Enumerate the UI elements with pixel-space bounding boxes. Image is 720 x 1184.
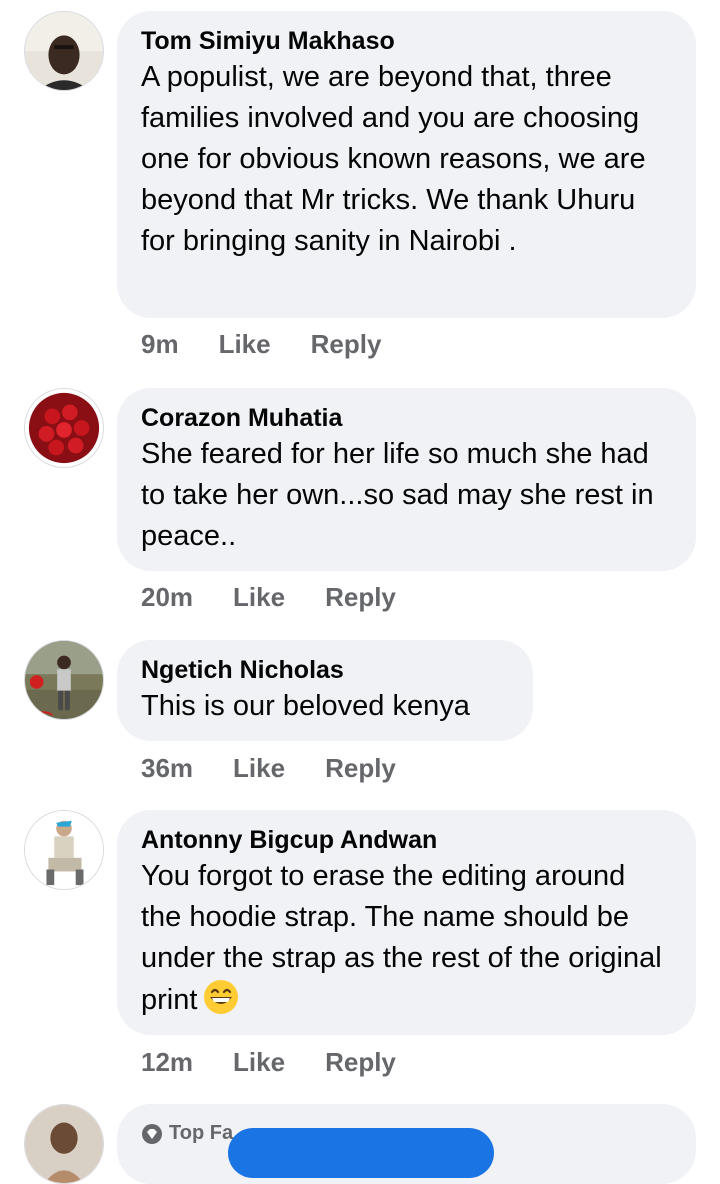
avatar-photo-icon bbox=[25, 811, 103, 889]
comment-text: A populist, we are beyond that, three fa… bbox=[141, 61, 646, 257]
comment-author[interactable]: Tom Simiyu Makhaso bbox=[141, 25, 672, 57]
like-button[interactable]: Like bbox=[233, 753, 285, 784]
reply-button[interactable]: Reply bbox=[325, 753, 396, 784]
top-fan-badge: Top Fa bbox=[141, 1122, 233, 1145]
comment-author[interactable]: Antonny Bigcup Andwan bbox=[141, 824, 672, 856]
comment-timestamp[interactable]: 12m bbox=[141, 1047, 193, 1078]
comment-actions: 20m Like Reply bbox=[141, 582, 396, 613]
avatar[interactable] bbox=[24, 640, 104, 720]
comment-bubble: Tom Simiyu Makhaso A populist, we are be… bbox=[117, 11, 696, 318]
comment-actions: 36m Like Reply bbox=[141, 753, 396, 784]
like-button[interactable]: Like bbox=[233, 1047, 285, 1078]
comment-author[interactable]: Ngetich Nicholas bbox=[141, 654, 509, 686]
comment-bubble: Corazon Muhatia She feared for her life … bbox=[117, 388, 696, 571]
comment-timestamp[interactable]: 20m bbox=[141, 582, 193, 613]
comment-bubble: Ngetich Nicholas This is our beloved ken… bbox=[117, 640, 533, 741]
grinning-face-icon bbox=[204, 980, 239, 1014]
avatar-photo-icon bbox=[25, 1105, 103, 1183]
comment-text: She feared for her life so much she had … bbox=[141, 438, 654, 552]
top-fan-diamond-icon bbox=[142, 1123, 162, 1144]
comment-actions: 12m Like Reply bbox=[141, 1047, 396, 1078]
like-button[interactable]: Like bbox=[233, 582, 285, 613]
avatar-photo-icon bbox=[25, 641, 103, 719]
reply-button[interactable]: Reply bbox=[325, 1047, 396, 1078]
like-button[interactable]: Like bbox=[219, 329, 271, 360]
top-fan-label: Top Fa bbox=[169, 1122, 234, 1144]
new-comments-button[interactable] bbox=[228, 1128, 494, 1178]
avatar-photo-icon bbox=[25, 12, 103, 90]
reply-button[interactable]: Reply bbox=[325, 582, 396, 613]
avatar[interactable] bbox=[24, 810, 104, 890]
avatar[interactable] bbox=[24, 1104, 104, 1184]
comment-timestamp[interactable]: 9m bbox=[141, 329, 179, 360]
comment-author[interactable]: Corazon Muhatia bbox=[141, 402, 672, 434]
avatar[interactable] bbox=[24, 11, 104, 91]
comment-bubble: Antonny Bigcup Andwan You forgot to eras… bbox=[117, 810, 696, 1035]
comment-text-container: You forgot to erase the editing around t… bbox=[141, 856, 672, 1021]
reply-button[interactable]: Reply bbox=[311, 329, 382, 360]
comment-actions: 9m Like Reply bbox=[141, 329, 381, 360]
comment-timestamp[interactable]: 36m bbox=[141, 753, 193, 784]
avatar-roses-icon bbox=[25, 389, 103, 467]
comment-text: This is our beloved kenya bbox=[141, 690, 470, 722]
avatar[interactable] bbox=[24, 388, 104, 468]
